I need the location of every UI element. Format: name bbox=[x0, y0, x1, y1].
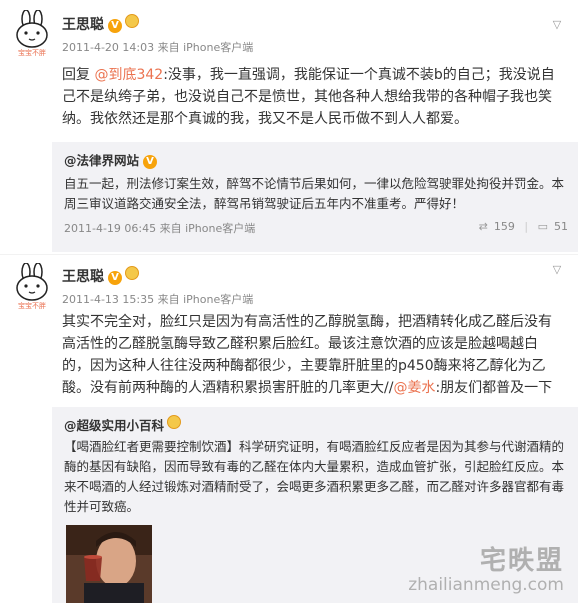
repost-author[interactable]: @法律界网站 V bbox=[64, 150, 158, 169]
avatar[interactable]: 宝宝不胖 bbox=[12, 263, 52, 311]
medal-icon bbox=[167, 415, 182, 429]
repost-actions: ⇄ 159 | ▭ 51 bbox=[473, 220, 568, 233]
chevron-down-icon[interactable]: ▽ bbox=[548, 261, 566, 279]
watermark-url: zhailianmeng.com bbox=[408, 575, 564, 595]
watermark: 宅昳盟 zhailianmeng.com bbox=[408, 540, 564, 595]
post-text-part: :朋友们都普及一下 bbox=[435, 380, 553, 396]
repost-icon[interactable]: ⇄ bbox=[479, 220, 488, 233]
watermark-cn: 宅昳盟 bbox=[479, 546, 564, 576]
repost-photo[interactable] bbox=[66, 525, 152, 603]
comment-count[interactable]: 51 bbox=[554, 220, 568, 233]
repost-text: 自五一起，刑法修订案生效，醉驾不论情节后果如何，一律以危险驾驶罪处拘役并罚金。本… bbox=[64, 176, 565, 211]
post-meta: 2011-4-13 15:35 来自 iPhone客户端 bbox=[62, 293, 254, 306]
repost-card[interactable]: @法律界网站 V 自五一起，刑法修订案生效，醉驾不论情节后果如何，一律以危险驾驶罪… bbox=[52, 142, 578, 252]
author-name[interactable]: 王思聪 V bbox=[62, 14, 139, 34]
divider: | bbox=[524, 220, 529, 233]
repost-text: 【喝酒脸红者更需要控制饮酒】科学研究证明，有喝酒脸红反应者是因为其参与代谢酒精的… bbox=[64, 439, 565, 514]
author-name-text[interactable]: 王思聪 bbox=[62, 17, 104, 33]
repost-author-text[interactable]: @超级实用小百科 bbox=[64, 418, 164, 433]
mention-link[interactable]: @姜水 bbox=[393, 380, 435, 396]
repost-author[interactable]: @超级实用小百科 bbox=[64, 415, 182, 434]
avatar-caption: 宝宝不胖 bbox=[18, 302, 46, 310]
man-drinking-photo bbox=[66, 525, 152, 603]
verified-v-badge-icon: V bbox=[108, 19, 122, 33]
avatar-caption: 宝宝不胖 bbox=[18, 49, 46, 57]
rabbit-avatar-icon bbox=[16, 263, 48, 301]
mention-link[interactable]: @到底342 bbox=[94, 67, 163, 83]
post-text-part: 回复 bbox=[62, 67, 95, 83]
comment-icon[interactable]: ▭ bbox=[538, 220, 548, 233]
medal-icon bbox=[125, 14, 139, 28]
repost-author-text[interactable]: @法律界网站 bbox=[64, 153, 139, 168]
weibo-post: 宝宝不胖 王思聪 V 2011-4-13 15:35 来自 iPhone客户端 ▽… bbox=[0, 255, 578, 603]
rabbit-avatar-icon bbox=[16, 10, 48, 48]
avatar[interactable]: 宝宝不胖 bbox=[12, 10, 52, 58]
author-name-text[interactable]: 王思聪 bbox=[62, 269, 104, 285]
medal-icon bbox=[125, 266, 139, 280]
verified-v-badge-icon: V bbox=[143, 155, 158, 169]
post-text: 其实不完全对，脸红只是因为有高活性的乙醇脱氢酶，把酒精转化成乙醛后没有高活性的乙… bbox=[62, 311, 562, 399]
repost-count[interactable]: 159 bbox=[494, 220, 515, 233]
weibo-post: 宝宝不胖 王思聪 V 2011-4-20 14:03 来自 iPhone客户端 ▽… bbox=[0, 0, 578, 255]
repost-meta: 2011-4-19 06:45 来自 iPhone客户端 bbox=[64, 222, 256, 235]
post-text: 回复 @到底342:没事，我一直强调，我能保证一个真诚不装b的自己；我没说自己不… bbox=[62, 64, 562, 130]
verified-v-badge-icon: V bbox=[108, 271, 122, 285]
chevron-down-icon[interactable]: ▽ bbox=[548, 16, 566, 34]
author-name[interactable]: 王思聪 V bbox=[62, 266, 139, 286]
post-meta: 2011-4-20 14:03 来自 iPhone客户端 bbox=[62, 41, 254, 54]
